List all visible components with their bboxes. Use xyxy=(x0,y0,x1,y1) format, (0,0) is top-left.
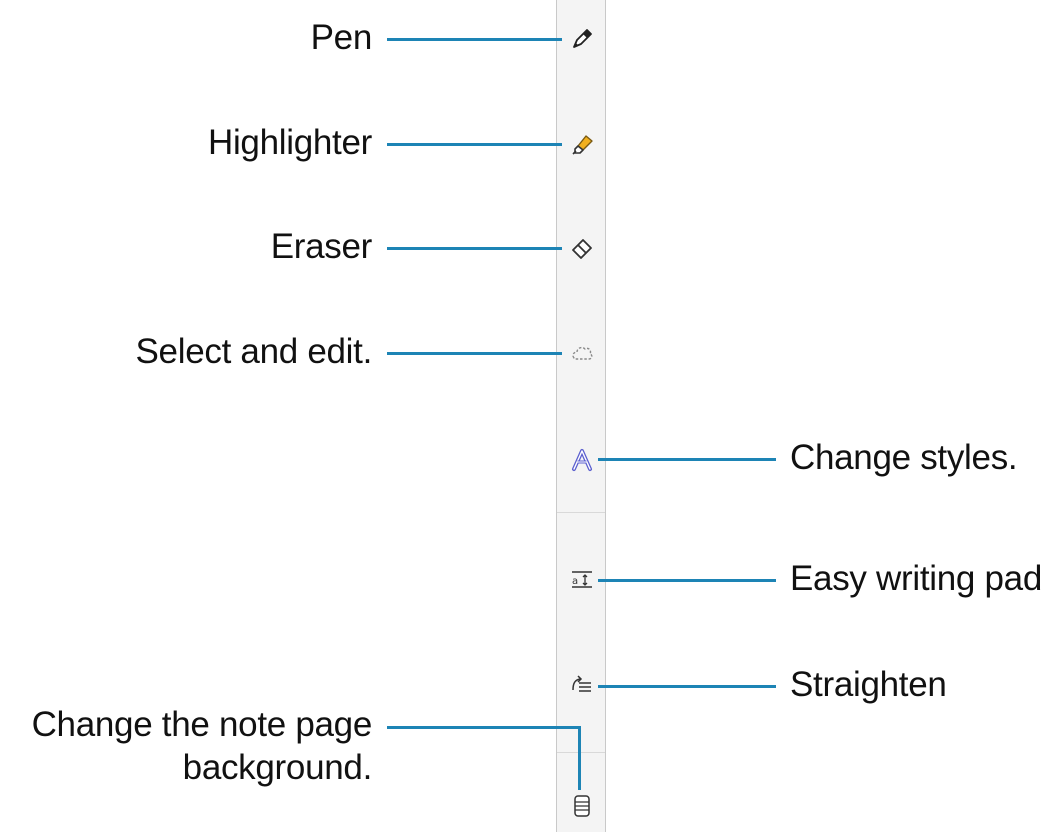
pen-leader-line xyxy=(387,38,562,41)
select-leader-line xyxy=(387,352,562,355)
straighten-tool-button[interactable] xyxy=(568,671,596,699)
straighten-label: Straighten xyxy=(790,665,947,704)
background-leader-horizontal xyxy=(387,726,581,729)
background-leader-vertical xyxy=(578,726,581,790)
background-label-line1: Change the note page xyxy=(31,705,373,744)
background-tool-button[interactable] xyxy=(568,792,596,820)
pen-icon xyxy=(573,29,592,48)
text-style-icon xyxy=(572,449,592,471)
eraser-label: Eraser xyxy=(270,227,373,266)
highlighter-icon xyxy=(572,135,593,155)
highlighter-tool-button[interactable] xyxy=(568,130,596,158)
toolbar-divider xyxy=(557,512,605,513)
svg-text:a: a xyxy=(572,576,578,587)
toolbar-divider xyxy=(557,752,605,753)
select-tool-button[interactable] xyxy=(568,339,596,367)
pen-label: Pen xyxy=(310,18,373,57)
page-background-icon xyxy=(574,795,590,817)
background-label-line2: background. xyxy=(182,748,373,787)
highlighter-leader-line xyxy=(387,143,562,146)
pen-tool-button[interactable] xyxy=(568,25,596,53)
writing-pad-icon: a xyxy=(572,571,592,588)
styles-tool-button[interactable] xyxy=(568,446,596,474)
writing-pad-leader-line xyxy=(598,579,776,582)
eraser-tool-button[interactable] xyxy=(568,234,596,262)
styles-label: Change styles. xyxy=(790,438,1018,477)
styles-leader-line xyxy=(598,458,776,461)
writing-pad-label: Easy writing pad xyxy=(790,559,1042,598)
straighten-leader-line xyxy=(598,685,776,688)
writing-pad-tool-button[interactable]: a xyxy=(568,565,596,593)
note-toolbar: a xyxy=(556,0,606,832)
eraser-leader-line xyxy=(387,247,562,250)
highlighter-label: Highlighter xyxy=(207,123,372,162)
lasso-icon xyxy=(572,346,593,360)
straighten-icon xyxy=(572,675,591,692)
eraser-icon xyxy=(572,239,592,259)
select-label: Select and edit. xyxy=(135,332,373,371)
